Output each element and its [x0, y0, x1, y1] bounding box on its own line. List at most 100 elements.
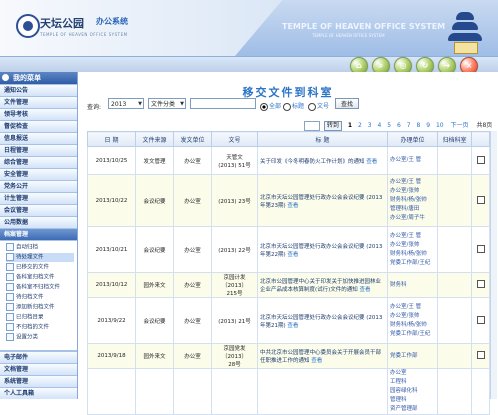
search-button[interactable]: 查找 — [335, 98, 359, 109]
row-archive — [437, 272, 472, 298]
sidebar-item-leadership-review[interactable]: 领导考核 — [0, 108, 77, 120]
table-row[interactable]: 2013/10/12 园外来文 办公室 京园计发〔2013〕 215号 北京市公… — [87, 272, 490, 298]
row-checkbox[interactable] — [471, 226, 490, 273]
submenu-to-archive[interactable]: 待归档文件 — [6, 293, 74, 302]
row-checkbox[interactable] — [471, 368, 490, 415]
submenu-settings[interactable]: 设置分类 — [6, 333, 74, 342]
header-title[interactable]: 标 题 — [257, 131, 388, 147]
submenu-pending-files[interactable]: 待处理文件 — [6, 253, 74, 262]
row-checkbox[interactable] — [471, 146, 490, 175]
checkbox[interactable] — [476, 155, 485, 164]
checkbox[interactable] — [476, 351, 485, 359]
temple-of-heaven-icon — [448, 8, 482, 54]
header-unit[interactable]: 发文单位 — [173, 131, 212, 147]
submenu-archived-directory[interactable]: 已归档目录 — [6, 313, 74, 322]
sidebar-item-personal-tools[interactable]: 个人工具箱 — [0, 387, 77, 399]
page-link-6[interactable]: 6 — [397, 122, 401, 129]
sidebar-item-general[interactable]: 综合管理 — [0, 156, 77, 168]
header-date[interactable]: 日 期 — [87, 131, 136, 147]
table-row[interactable]: 2013/10/21 会议纪要 办公室 (2013) 22号 北京市天坛公园管理… — [87, 226, 490, 273]
radio-title[interactable]: 标题 — [283, 101, 304, 111]
radio-number[interactable]: 文号 — [308, 101, 329, 111]
table-scrollbar[interactable] — [490, 131, 497, 399]
row-archive — [437, 297, 472, 344]
table-row[interactable]: 2013/9/22 会议纪要 办公室 (2013) 21号 北京市天坛公园管理处… — [87, 297, 490, 344]
go-button[interactable]: 转到 — [323, 120, 342, 131]
header-check[interactable] — [471, 131, 490, 147]
sidebar-item-supervision[interactable]: 督促检查 — [0, 120, 77, 132]
row-checkbox[interactable] — [471, 297, 490, 344]
row-source: 园外来文 — [135, 272, 174, 298]
page-link-3[interactable]: 3 — [368, 122, 372, 129]
view-link[interactable]: 查看 — [366, 159, 377, 165]
sidebar: 我的菜单 通知公告 文件管理 领导考核 督促检查 信息报送 日程管理 综合管理 … — [0, 72, 78, 399]
sidebar-item-info-report[interactable]: 信息报送 — [0, 132, 77, 144]
submenu-transferred-files[interactable]: 已移交的文件 — [6, 263, 74, 272]
type-select[interactable]: 文件分类 — [148, 98, 186, 110]
table-row[interactable]: 2013/10/22 会议纪要 办公室 (2013) 23号 北京市天坛公园管理… — [87, 174, 490, 227]
radio-title-icon — [283, 102, 291, 111]
header-number[interactable]: 文号 — [211, 131, 258, 147]
keyword-input[interactable] — [190, 98, 256, 109]
header-handler[interactable]: 办理单位 — [387, 131, 438, 147]
row-checkbox[interactable] — [471, 174, 490, 227]
row-title[interactable]: 北京市天坛公园管理处行政办公会会议纪要 (2013年第21期) 查看 — [257, 297, 388, 344]
header-source[interactable]: 文件来源 — [135, 131, 174, 147]
table-row[interactable]: 办公室 工程科 园容绿化科 管理科 资产管理部 — [87, 368, 490, 415]
document-icon — [6, 253, 14, 261]
document-icon — [6, 303, 14, 311]
submenu-department-archived[interactable]: 各科室归档文件 — [6, 273, 74, 282]
sidebar-item-schedule[interactable]: 日程管理 — [0, 144, 77, 156]
view-link[interactable]: 查看 — [287, 252, 298, 258]
page-input[interactable] — [304, 120, 320, 131]
row-title[interactable]: 北京市天坛公园管理处行政办公会会议纪要 (2013年第22期) 查看 — [257, 226, 388, 273]
row-title[interactable]: 北京市天坛公园管理处行政办公会会议纪要 (2013年第23期) 查看 — [257, 174, 388, 227]
page-link-1[interactable]: 1 — [348, 122, 352, 129]
sidebar-item-document-management[interactable]: 文档管理 — [0, 363, 77, 375]
table-row[interactable]: 2013/9/18 园外来文 办公室 京园党发〔2013〕 28号 中共北京市公… — [87, 343, 490, 369]
view-link[interactable]: 查看 — [311, 358, 322, 364]
sidebar-item-email[interactable]: 电子邮件 — [0, 351, 77, 363]
page-link-4[interactable]: 4 — [377, 122, 381, 129]
sidebar-item-meeting[interactable]: 会议管理 — [0, 204, 77, 216]
submenu-add-archive[interactable]: 添加新归档文件 — [6, 303, 74, 312]
page-link-10[interactable]: 10 — [436, 122, 444, 129]
header-archive[interactable]: 归档科室 — [437, 131, 472, 147]
sidebar-item-system-management[interactable]: 系统管理 — [0, 375, 77, 387]
page-link-5[interactable]: 5 — [387, 122, 391, 129]
submenu-not-archived[interactable]: 不归档的文件 — [6, 323, 74, 332]
row-title[interactable]: 关于印发《今冬明春防火工作计划》的通知 查看 — [257, 146, 388, 175]
document-icon — [6, 243, 14, 251]
row-checkbox[interactable] — [471, 272, 490, 298]
row-title[interactable]: 中共北京市公园管理中心委员会关于开展会员干部任职推进工作的通知 查看 — [257, 343, 388, 369]
row-checkbox[interactable] — [471, 343, 490, 369]
radio-all[interactable]: 全部 — [260, 101, 281, 111]
page-link-2[interactable]: 2 — [358, 122, 362, 129]
view-link[interactable]: 查看 — [360, 287, 371, 293]
next-page-link[interactable]: 下一页 — [451, 122, 469, 129]
page-link-9[interactable]: 9 — [426, 122, 430, 129]
table-row[interactable]: 2013/10/25 发文管理 办公室 天管文 (2013) 51号 关于印发《… — [87, 146, 490, 175]
sidebar-item-family-planning[interactable]: 计生管理 — [0, 192, 77, 204]
sidebar-item-party-affairs[interactable]: 党务公开 — [0, 180, 77, 192]
sidebar-item-notice[interactable]: 通知公告 — [0, 84, 77, 96]
checkbox[interactable] — [476, 195, 485, 204]
row-title[interactable] — [257, 368, 388, 415]
checkbox[interactable] — [476, 315, 485, 324]
submenu-department-unarchived[interactable]: 各科室不归档文件 — [6, 283, 74, 292]
checkbox[interactable] — [476, 244, 485, 253]
submenu-auto-archive[interactable]: 自动归档 — [6, 243, 74, 252]
row-title[interactable]: 北京市公园管理中心关于印发关于加快推进园林业企业产品成本核算制度(试行)文件的通… — [257, 272, 388, 298]
page-link-7[interactable]: 7 — [407, 122, 411, 129]
sidebar-item-public-data[interactable]: 公用数据 — [0, 216, 77, 228]
sidebar-item-file-management[interactable]: 文件管理 — [0, 96, 77, 108]
sidebar-item-security[interactable]: 安全管理 — [0, 168, 77, 180]
view-link[interactable]: 查看 — [287, 203, 298, 209]
page-link-8[interactable]: 8 — [416, 122, 420, 129]
checkbox[interactable] — [476, 280, 485, 288]
row-unit: 办公室 — [173, 146, 212, 175]
row-source: 会议纪要 — [135, 226, 174, 273]
sidebar-item-archive[interactable]: 档案管理 — [0, 228, 77, 240]
view-link[interactable]: 查看 — [287, 323, 298, 329]
year-select[interactable]: 2013 — [108, 98, 144, 110]
